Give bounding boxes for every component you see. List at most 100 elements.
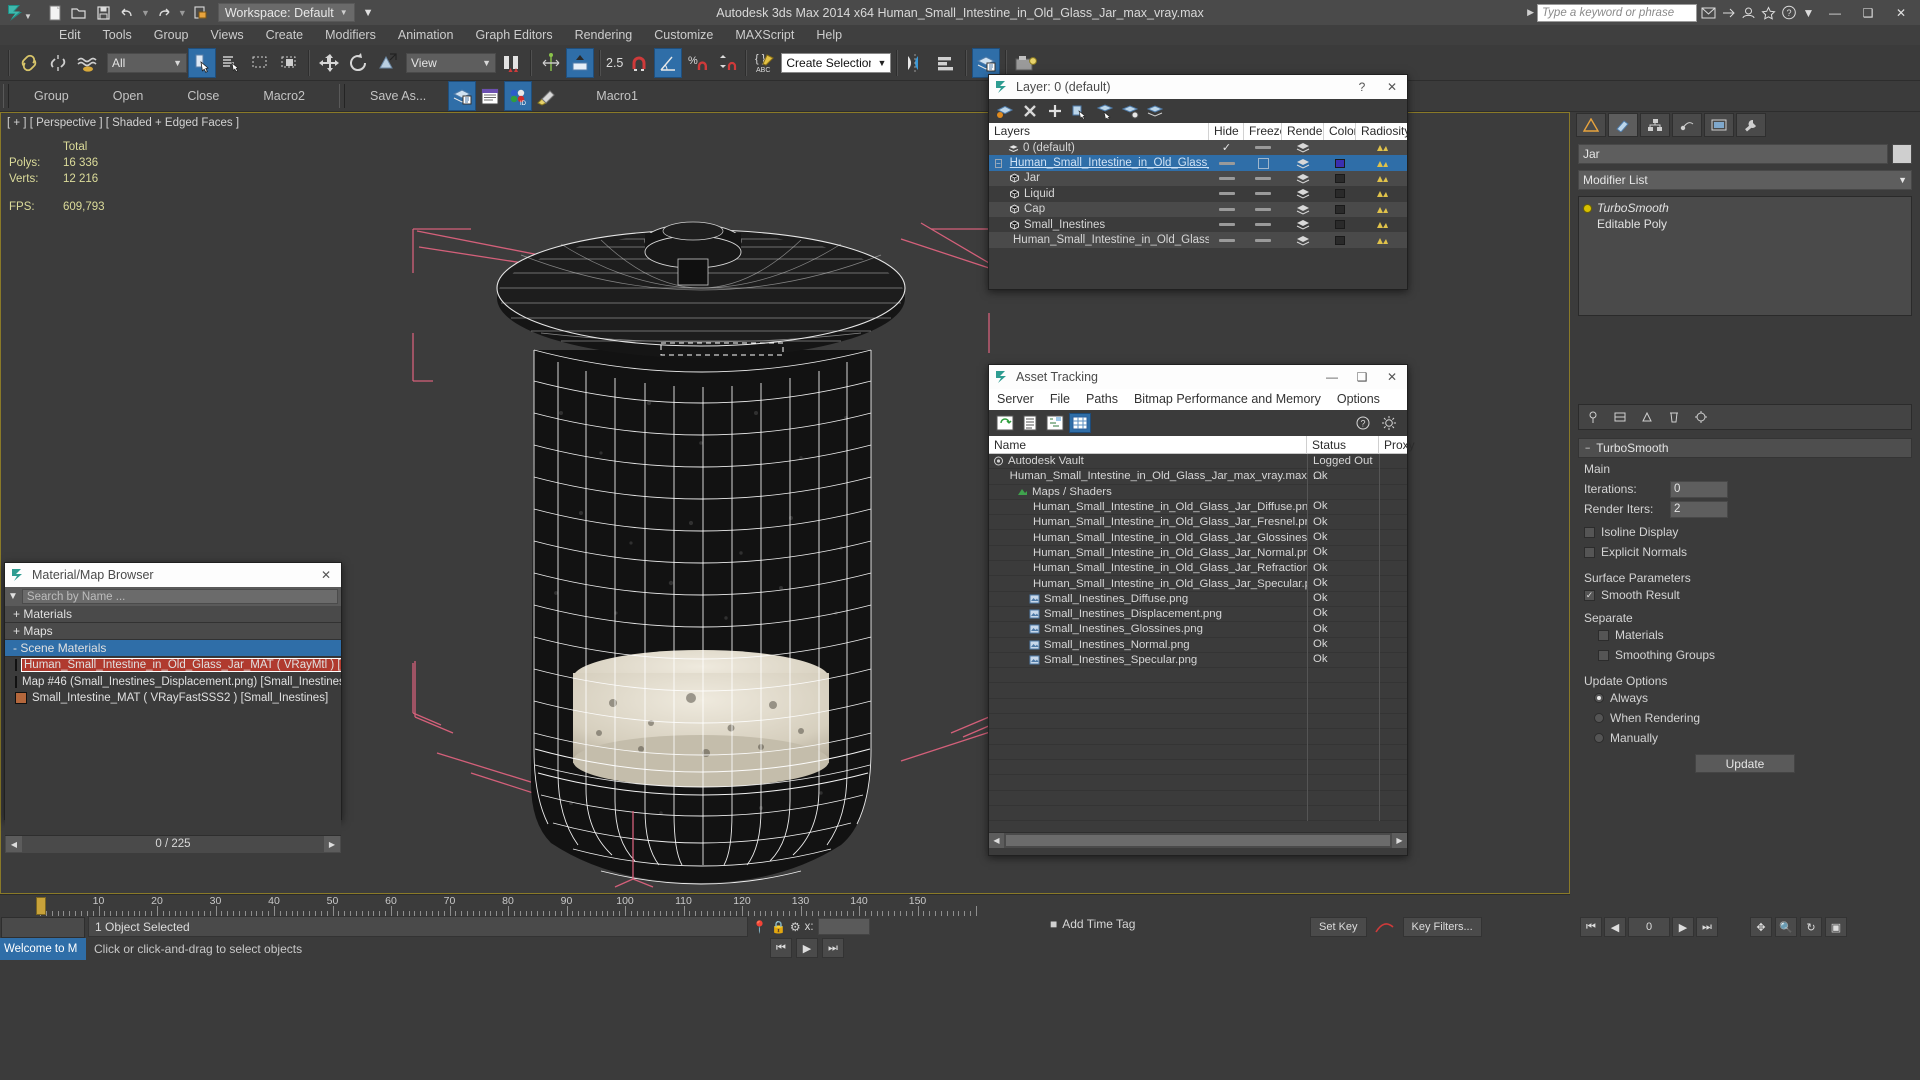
layer-manager-icon[interactable] xyxy=(972,47,1001,78)
asset-row-name[interactable]: Human_Small_Intestine_in_Old_Glass_Jar_F… xyxy=(989,516,1307,528)
align-icon[interactable] xyxy=(566,47,594,78)
snaps-toggle-icon[interactable] xyxy=(625,48,653,78)
minimize-button[interactable]: — xyxy=(1820,0,1850,25)
layer-color-cell[interactable] xyxy=(1324,171,1356,186)
update-always-radio[interactable] xyxy=(1594,693,1604,703)
layer-color-cell[interactable] xyxy=(1324,186,1356,201)
layer-render-cell[interactable] xyxy=(1282,140,1324,155)
asset-row-name[interactable]: Autodesk Vault xyxy=(989,455,1307,467)
edit-named-selection-sets-icon[interactable]: { } ABC xyxy=(752,48,780,78)
asset-row-name[interactable]: Human_Small_Intestine_in_Old_Glass_Jar_S… xyxy=(989,578,1307,590)
asset-tracking-dialog[interactable]: Asset Tracking — ❑ ✕ Server File Paths B… xyxy=(988,364,1415,856)
asset-scroll-right-icon[interactable]: ▶ xyxy=(1392,833,1407,848)
layer-rows-container[interactable]: 0 (default) ✓ − Human_Small_Intestine_in_Ol… xyxy=(989,140,1407,252)
layer-manager-icon-2[interactable] xyxy=(448,81,477,111)
layer-row[interactable]: 0 (default) ✓ xyxy=(989,140,1407,156)
select-by-name-icon[interactable] xyxy=(217,48,245,78)
asset-row-proxy[interactable] xyxy=(1379,637,1407,653)
new-file-icon[interactable] xyxy=(44,2,66,23)
asset-row[interactable]: Small_Inestines_Glossines.png Ok xyxy=(989,621,1407,638)
layer-col-radiosity[interactable]: Radiosity xyxy=(1356,123,1407,140)
asset-row-proxy[interactable] xyxy=(1379,606,1407,622)
layer-row-name[interactable]: Liquid xyxy=(989,188,1209,200)
undo-icon[interactable] xyxy=(116,2,138,23)
layer-col-freeze[interactable]: Freeze xyxy=(1244,123,1282,140)
iterations-spinner[interactable]: 0 xyxy=(1670,480,1728,498)
play-button[interactable]: ▶ xyxy=(796,938,818,958)
select-and-rotate-icon[interactable] xyxy=(344,48,372,78)
create-new-layer-icon[interactable] xyxy=(994,101,1016,121)
layer-radiosity-cell[interactable] xyxy=(1356,140,1407,155)
menu-group[interactable]: Group xyxy=(143,25,200,45)
asset-row[interactable]: Human_Small_Intestine_in_Old_Glass_Jar_D… xyxy=(989,499,1407,516)
modifier-stack[interactable]: TurboSmooth Editable Poly xyxy=(1578,196,1912,316)
layer-render-cell[interactable] xyxy=(1282,217,1324,232)
rollup-collapse-icon[interactable]: − xyxy=(1585,443,1590,453)
menu-create[interactable]: Create xyxy=(255,25,315,45)
matbrowser-filter-icon[interactable]: ▼ xyxy=(8,591,18,602)
asset-row[interactable]: Human_Small_Intestine_in_Old_Glass_Jar_S… xyxy=(989,575,1407,592)
close-button[interactable]: ✕ xyxy=(1886,0,1916,25)
next-frame-button[interactable]: ▶ xyxy=(1672,917,1694,937)
separate-smoothing-groups-checkbox[interactable] xyxy=(1598,649,1609,661)
layer-freeze-cell[interactable] xyxy=(1244,186,1282,201)
layer-radiosity-cell[interactable] xyxy=(1356,232,1407,247)
update-always-row[interactable]: Always xyxy=(1584,688,1906,708)
undo-dropdown-icon[interactable]: ▼ xyxy=(140,8,151,18)
object-color-swatch[interactable] xyxy=(1892,144,1912,164)
tab-utilities[interactable] xyxy=(1736,113,1766,137)
menu-animation[interactable]: Animation xyxy=(387,25,465,45)
toolbar2-close[interactable]: Close xyxy=(165,89,241,103)
mirror-icon[interactable] xyxy=(537,48,565,78)
material-id-icon[interactable]: ID xyxy=(504,81,533,111)
update-manually-row[interactable]: Manually xyxy=(1584,728,1906,748)
matbrowser-prev-button[interactable]: ◀ xyxy=(6,836,22,852)
layer-row-name[interactable]: Jar xyxy=(989,172,1209,184)
asset-horizontal-scrollbar[interactable]: ◀ ▶ xyxy=(989,832,1407,848)
isoline-display-checkbox[interactable] xyxy=(1584,526,1595,538)
tree-view-icon[interactable] xyxy=(1044,413,1066,433)
select-and-link-icon[interactable] xyxy=(15,48,43,78)
layer-freeze-cell[interactable] xyxy=(1244,202,1282,217)
layer-hide-cell[interactable] xyxy=(1209,217,1244,232)
project-folder-icon[interactable] xyxy=(190,2,212,23)
track-bar[interactable]: 10 20 30 40 50 60 70 80 90 100 110 120 130 140 150 xyxy=(0,894,1570,916)
asset-row[interactable]: Human_Small_Intestine_in_Old_Glass_Jar_G… xyxy=(989,529,1407,546)
next-key-button[interactable]: ⏭ xyxy=(822,938,844,958)
toolbar2-group[interactable]: Group xyxy=(12,89,91,103)
search-input[interactable]: Type a keyword or phrase xyxy=(1537,3,1697,22)
toolbar2-open[interactable]: Open xyxy=(91,89,166,103)
menu-maxscript[interactable]: MAXScript xyxy=(724,25,805,45)
maxscript-input-line[interactable] xyxy=(1,917,85,938)
menu-graph-editors[interactable]: Graph Editors xyxy=(464,25,563,45)
set-current-layer-icon[interactable] xyxy=(1144,101,1166,121)
delete-layer-icon[interactable] xyxy=(1019,101,1041,121)
layer-col-hide[interactable]: Hide xyxy=(1209,123,1244,140)
menu-customize[interactable]: Customize xyxy=(643,25,724,45)
asset-menu-file[interactable]: File xyxy=(1042,389,1078,410)
layer-freeze-cell[interactable] xyxy=(1244,232,1282,247)
asset-row-name[interactable]: Human_Small_Intestine_in_Old_Glass_Jar_R… xyxy=(989,562,1307,574)
modifier-list-combo[interactable]: Modifier List ▼ xyxy=(1578,170,1912,190)
layer-row-name[interactable]: 0 (default) xyxy=(989,142,1209,154)
material-list-item[interactable]: Map #46 (Small_Inestines_Displacement.pn… xyxy=(5,674,341,691)
asset-row-proxy[interactable] xyxy=(1379,575,1407,592)
bind-to-space-warp-icon[interactable] xyxy=(73,48,101,78)
align-objects-icon[interactable] xyxy=(932,48,960,78)
menu-views[interactable]: Views xyxy=(199,25,254,45)
time-slider-handle[interactable] xyxy=(36,897,46,915)
smooth-result-checkbox[interactable]: ✓ xyxy=(1584,589,1595,601)
asset-menu-paths[interactable]: Paths xyxy=(1078,389,1126,410)
toolbar2-save-as[interactable]: Save As... xyxy=(348,89,448,103)
grid-view-icon[interactable] xyxy=(1069,413,1091,433)
orbit-view-icon[interactable]: ↻ xyxy=(1800,917,1822,937)
percent-snap-toggle-icon[interactable]: % xyxy=(683,48,711,78)
layer-dialog-close-button[interactable]: ✕ xyxy=(1377,75,1407,99)
layer-row-name[interactable]: Human_Small_Intestine_in_Old_Glass_Jar xyxy=(989,234,1209,246)
asset-row-proxy[interactable] xyxy=(1379,621,1407,638)
asset-scroll-left-icon[interactable]: ◀ xyxy=(989,833,1004,848)
toolbar2-macro2[interactable]: Macro2 xyxy=(241,89,327,103)
make-unique-icon[interactable] xyxy=(1635,407,1659,427)
layer-row-name[interactable]: − Human_Small_Intestine_in_Old_Glass_Jar xyxy=(989,157,1209,169)
matbrowser-close-button[interactable]: ✕ xyxy=(311,563,341,587)
